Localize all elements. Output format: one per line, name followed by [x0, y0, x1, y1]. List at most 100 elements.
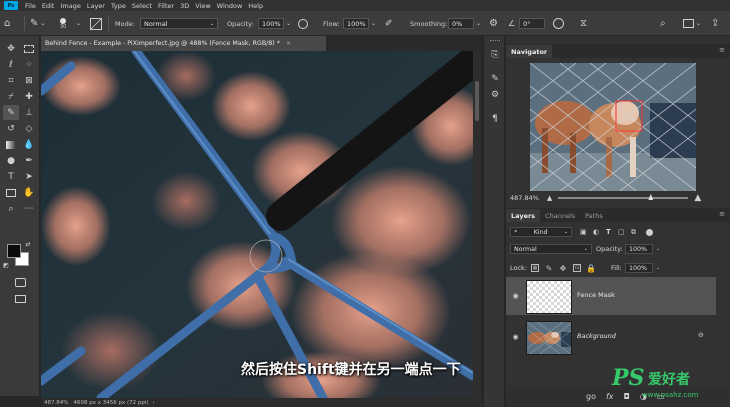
layer-row-background[interactable]: ◉ Background ⊖: [506, 318, 716, 356]
stamp-tool-icon[interactable]: ⊥: [21, 105, 37, 120]
blur-tool-icon[interactable]: 💧: [21, 137, 37, 152]
status-menu-arrow[interactable]: ›: [153, 400, 155, 406]
layer-name[interactable]: Fence Mask: [577, 291, 615, 299]
panel-grip[interactable]: [490, 40, 500, 42]
navigator-zoom-slider[interactable]: [558, 194, 689, 200]
navigator-preview[interactable]: [530, 63, 696, 191]
menu-3d[interactable]: 3D: [177, 2, 192, 10]
brush-preset-picker[interactable]: 30: [60, 11, 66, 36]
menu-layer[interactable]: Layer: [84, 2, 108, 10]
symmetry-icon[interactable]: ⧖: [580, 11, 587, 36]
brush-panel-icon[interactable]: ✎: [487, 72, 503, 86]
more-tools-icon[interactable]: ⋯: [21, 201, 37, 216]
foreground-color-swatch[interactable]: [7, 244, 21, 258]
navigator-zoom-value[interactable]: 487.84%: [510, 194, 539, 202]
menu-help[interactable]: Help: [245, 2, 266, 10]
gear-icon[interactable]: ⚙: [489, 11, 498, 36]
move-tool-icon[interactable]: ✥: [3, 41, 19, 56]
swap-colors-icon[interactable]: ⇄: [24, 240, 32, 248]
eye-icon[interactable]: ◉: [511, 332, 520, 341]
chevron-down-icon[interactable]: ⌄: [76, 11, 81, 36]
history-panel-icon[interactable]: ⎘: [487, 48, 503, 62]
dodge-tool-icon[interactable]: ●: [3, 153, 19, 168]
menu-edit[interactable]: Edit: [39, 2, 58, 10]
airbrush-icon[interactable]: ✐: [385, 11, 393, 36]
smoothing-field[interactable]: 0%: [448, 18, 474, 29]
canvas[interactable]: [41, 51, 473, 398]
filter-pixel-icon[interactable]: ▣: [580, 228, 587, 236]
link-layers-icon[interactable]: go: [586, 392, 596, 401]
gradient-tool-icon[interactable]: [3, 137, 19, 152]
menu-filter[interactable]: Filter: [155, 2, 177, 10]
pen-tool-icon[interactable]: ✒: [21, 153, 37, 168]
close-tab-icon[interactable]: ×: [286, 40, 291, 47]
document-tab[interactable]: Behind Fence - Example - PiXimperfect.jp…: [41, 36, 326, 51]
search-icon[interactable]: ⌕: [660, 11, 666, 36]
quick-mask-icon[interactable]: [12, 275, 28, 290]
menu-view[interactable]: View: [192, 2, 213, 10]
angle-field[interactable]: 0°: [519, 18, 545, 29]
frame-tool-icon[interactable]: ⊠: [21, 73, 37, 88]
chevron-down-icon[interactable]: ⌄: [656, 265, 660, 271]
lock-artboard-icon[interactable]: ⊡: [573, 264, 581, 272]
screen-mode-icon[interactable]: [12, 291, 28, 306]
brush-settings-icon[interactable]: [90, 11, 102, 36]
filter-adjustment-icon[interactable]: ◐: [593, 228, 599, 236]
lasso-tool-icon[interactable]: ℓ: [3, 57, 19, 72]
panel-menu-icon[interactable]: ≡: [719, 210, 725, 218]
zoom-in-icon[interactable]: ▲: [694, 193, 701, 203]
scrollbar-thumb[interactable]: [475, 81, 479, 121]
chevron-down-icon[interactable]: ⌄: [371, 11, 376, 36]
default-colors-icon[interactable]: ◩: [2, 261, 10, 269]
share-icon[interactable]: ⇪: [711, 11, 719, 36]
pressure-opacity-icon[interactable]: [298, 11, 308, 36]
quick-select-icon[interactable]: ⁘: [21, 57, 37, 72]
type-tool-icon[interactable]: T: [3, 169, 19, 184]
paragraph-panel-icon[interactable]: ¶: [487, 112, 503, 126]
blend-mode-select[interactable]: Normal ⌄: [510, 244, 592, 254]
workspace-icon[interactable]: ⌄: [683, 11, 701, 36]
healing-brush-icon[interactable]: ✚: [21, 89, 37, 104]
filter-smart-icon[interactable]: ⧉: [631, 228, 636, 237]
menu-type[interactable]: Type: [108, 2, 129, 10]
layer-row-fence-mask[interactable]: ◉ Fence Mask: [506, 277, 716, 315]
chevron-down-icon[interactable]: ⌄: [286, 11, 291, 36]
zoom-readout[interactable]: 487.84%: [44, 400, 68, 406]
lock-all-icon[interactable]: 🔒: [586, 264, 596, 273]
properties-panel-icon[interactable]: ⚙: [487, 88, 503, 102]
path-select-icon[interactable]: ➤: [21, 169, 37, 184]
tab-layers[interactable]: Layers: [506, 209, 541, 222]
menu-image[interactable]: Image: [57, 2, 83, 10]
eyedropper-tool-icon[interactable]: ⌿: [3, 89, 19, 104]
history-brush-icon[interactable]: ↺: [3, 121, 19, 136]
menu-file[interactable]: File: [22, 2, 39, 10]
pressure-size-icon[interactable]: [553, 11, 564, 36]
lock-position-icon[interactable]: ✥: [559, 264, 567, 273]
filter-type-icon[interactable]: T: [606, 228, 611, 236]
layer-name[interactable]: Background: [577, 332, 616, 340]
flow-field[interactable]: 100%: [343, 18, 369, 29]
menu-select[interactable]: Select: [129, 2, 155, 10]
tab-paths[interactable]: Paths: [580, 209, 608, 222]
menu-window[interactable]: Window: [214, 2, 246, 10]
hand-tool-icon[interactable]: ✋: [21, 185, 37, 200]
tab-channels[interactable]: Channels: [540, 209, 580, 222]
home-icon[interactable]: ⌂: [4, 11, 10, 36]
crop-tool-icon[interactable]: ⌗: [3, 73, 19, 88]
filter-toggle-icon[interactable]: [646, 228, 653, 236]
zoom-out-icon[interactable]: ▲: [547, 194, 552, 202]
mode-select[interactable]: Normal ⌄: [140, 18, 218, 29]
filter-shape-icon[interactable]: ▢: [618, 228, 625, 236]
lock-transparent-icon[interactable]: ▦: [531, 264, 539, 272]
layer-opacity-field[interactable]: 100%: [625, 244, 653, 254]
slider-handle[interactable]: [648, 194, 654, 200]
chevron-down-icon[interactable]: ⌄: [656, 246, 660, 252]
marquee-tool-icon[interactable]: [21, 41, 37, 56]
rectangle-tool-icon[interactable]: [3, 185, 19, 200]
fill-field[interactable]: 100%: [625, 263, 653, 273]
eraser-tool-icon[interactable]: ◇: [21, 121, 37, 136]
brush-tool-icon[interactable]: ✎: [3, 105, 19, 120]
eye-icon[interactable]: ◉: [511, 291, 520, 300]
lock-image-icon[interactable]: ✎: [545, 264, 553, 273]
brush-tool-icon[interactable]: ✎ ⌄: [30, 11, 45, 36]
